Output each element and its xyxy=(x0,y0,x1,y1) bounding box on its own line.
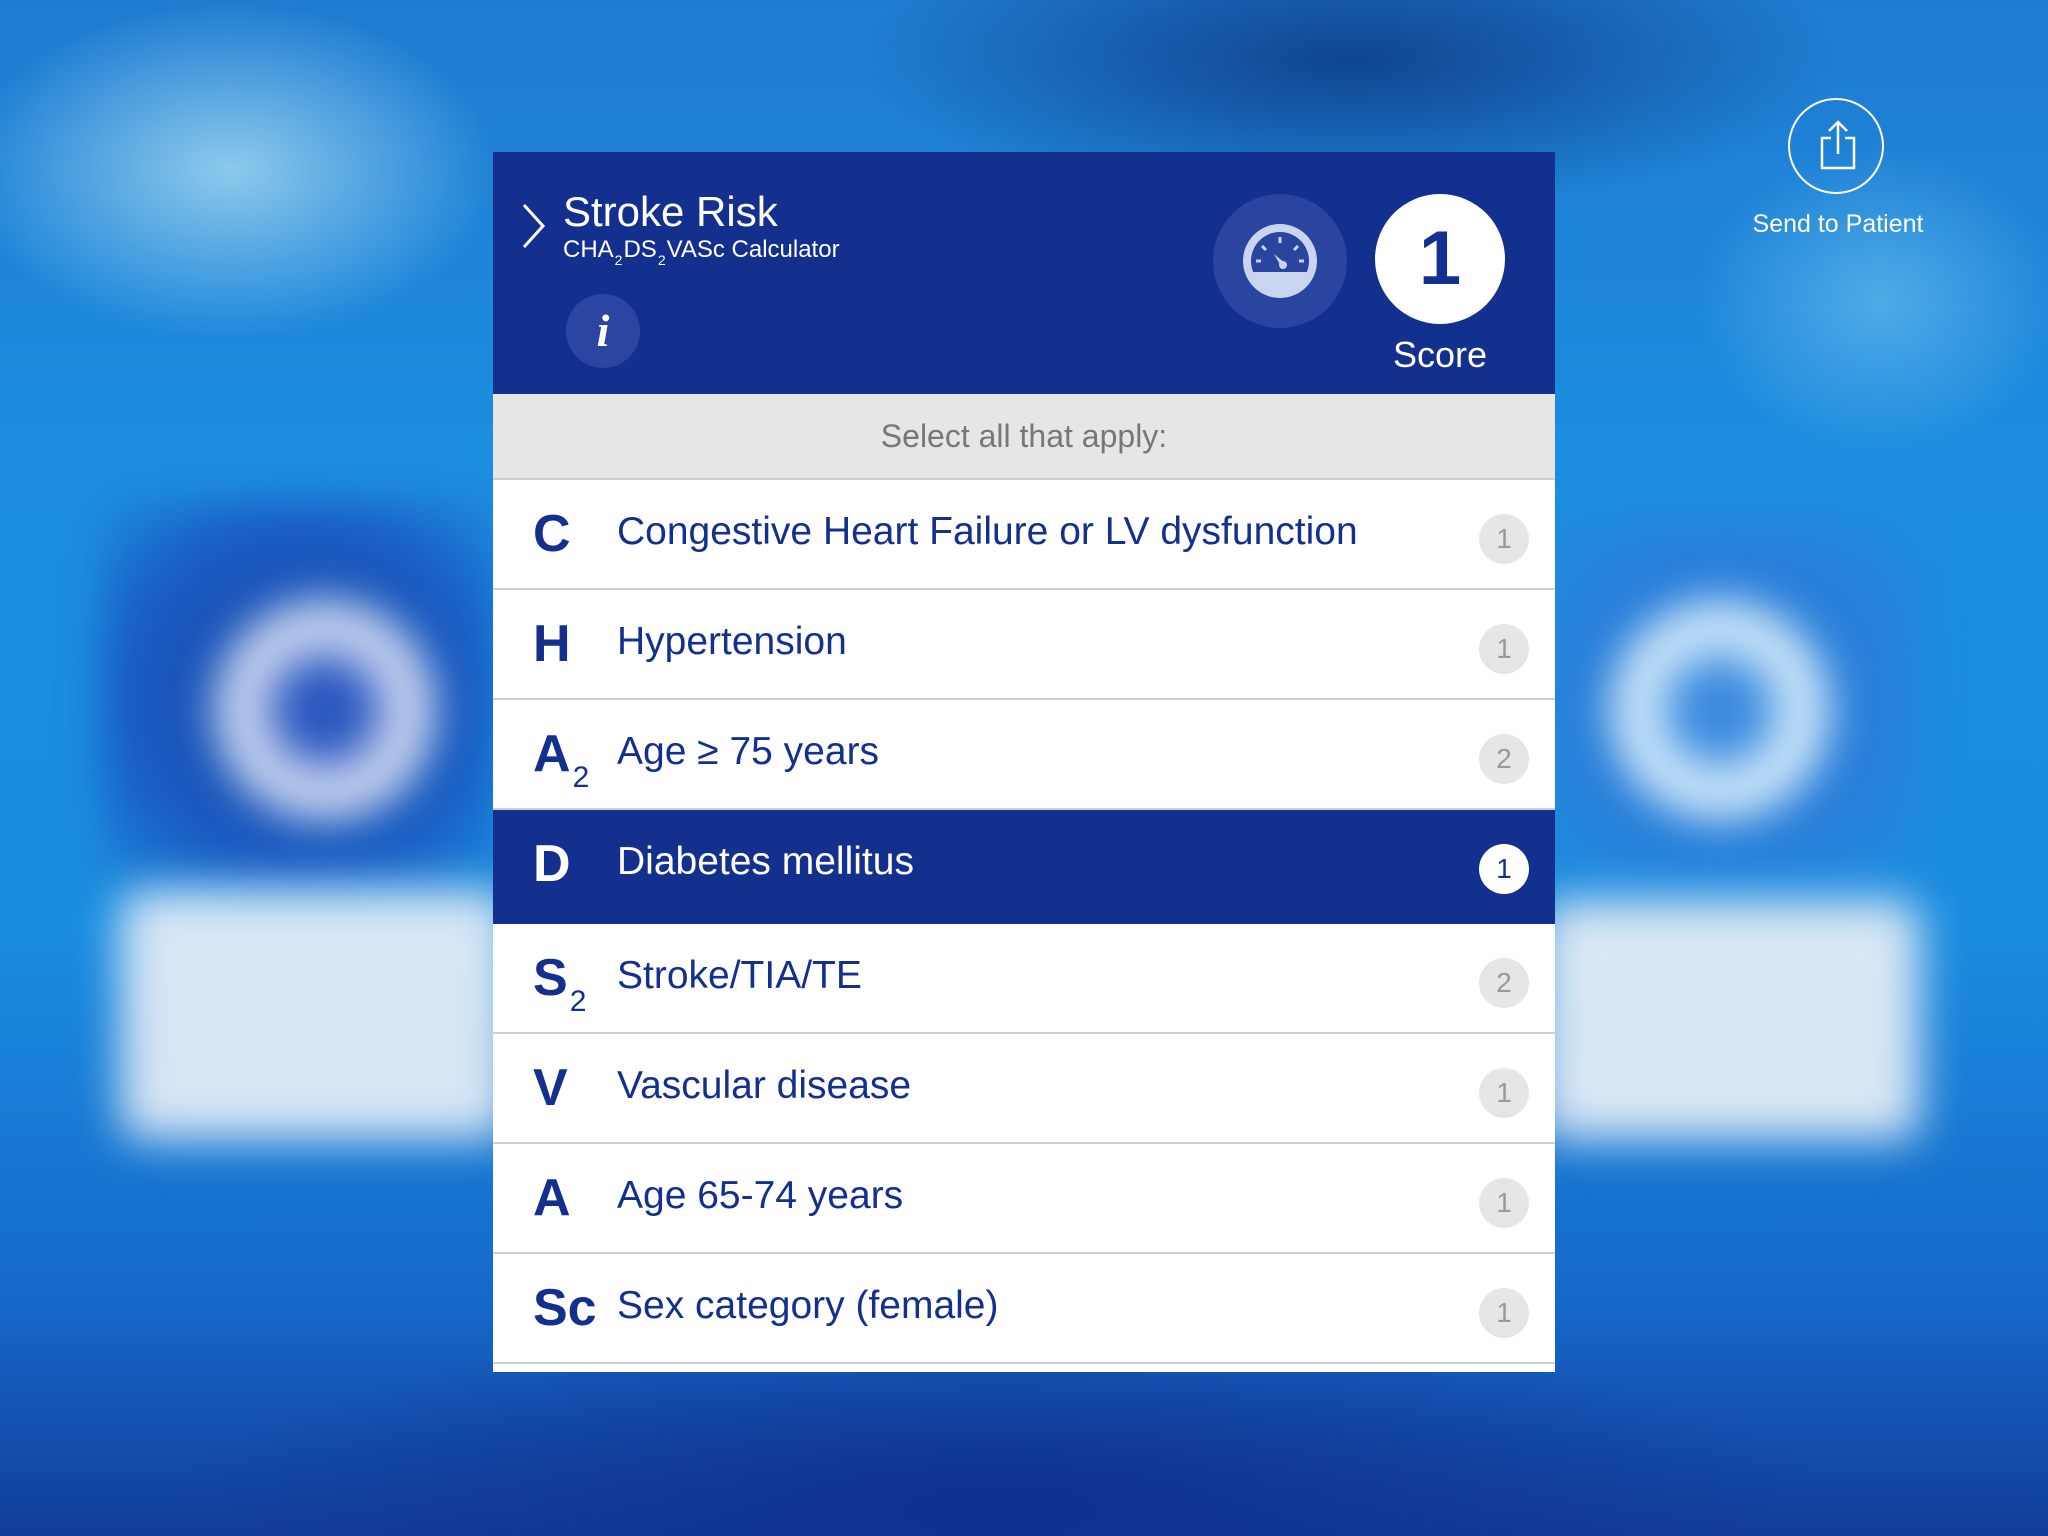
points-badge: 1 xyxy=(1479,514,1529,564)
criteria-row-d[interactable]: D Diabetes mellitus 1 xyxy=(493,810,1555,924)
criteria-letter: A xyxy=(533,1169,571,1227)
criteria-letter: S2 xyxy=(533,949,587,1018)
criteria-row-a[interactable]: A Age 65-74 years 1 xyxy=(493,1144,1555,1254)
criteria-letter: C xyxy=(533,505,571,563)
points-badge: 1 xyxy=(1479,844,1529,894)
background-card-blurred xyxy=(120,890,510,1140)
gauge-button[interactable] xyxy=(1213,194,1347,328)
calculator-panel: Stroke Risk CHA 2 DS 2 VASc Calculator i 1 S… xyxy=(493,152,1555,1372)
criteria-row-s2[interactable]: S2 Stroke/TIA/TE 2 xyxy=(493,924,1555,1034)
criteria-label: Hypertension xyxy=(617,620,847,663)
background-icon-blurred xyxy=(1600,590,1840,830)
criteria-row-a2[interactable]: A2 Age ≥ 75 years 2 xyxy=(493,700,1555,810)
gauge-icon xyxy=(1243,224,1317,298)
points-badge: 1 xyxy=(1479,1178,1529,1228)
points-badge: 2 xyxy=(1479,958,1529,1008)
send-to-patient-label[interactable]: Send to Patient xyxy=(1738,210,1938,239)
criteria-row-h[interactable]: H Hypertension 1 xyxy=(493,590,1555,700)
criteria-letter: V xyxy=(533,1059,568,1117)
criteria-letter: D xyxy=(533,835,571,893)
share-icon xyxy=(1820,120,1856,170)
points-badge: 2 xyxy=(1479,734,1529,784)
points-badge: 1 xyxy=(1479,624,1529,674)
send-to-patient-button[interactable] xyxy=(1788,98,1884,194)
criteria-label: Sex category (female) xyxy=(617,1284,999,1327)
criteria-row-sc[interactable]: Sc Sex category (female) 1 xyxy=(493,1254,1555,1364)
points-badge: 1 xyxy=(1479,1068,1529,1118)
criteria-label: Stroke/TIA/TE xyxy=(617,954,862,997)
background-card-blurred xyxy=(1540,900,1920,1140)
criteria-label: Diabetes mellitus xyxy=(617,840,914,883)
criteria-label: Vascular disease xyxy=(617,1064,912,1107)
instructions-bar: Select all that apply: xyxy=(493,394,1555,480)
criteria-label: Age 65-74 years xyxy=(617,1174,904,1217)
criteria-list: C Congestive Heart Failure or LV dysfunc… xyxy=(493,480,1555,1364)
criteria-row-v[interactable]: V Vascular disease 1 xyxy=(493,1034,1555,1144)
chevron-right-icon[interactable] xyxy=(521,202,547,250)
background-icon-blurred xyxy=(205,590,445,830)
score-label: Score xyxy=(1392,334,1488,375)
criteria-letter: H xyxy=(533,615,571,673)
info-button[interactable]: i xyxy=(566,294,640,368)
score-value: 1 xyxy=(1375,194,1505,324)
criteria-label: Congestive Heart Failure or LV dysfuncti… xyxy=(617,510,1358,553)
criteria-letter: A2 xyxy=(533,725,590,794)
criteria-letter: Sc xyxy=(533,1279,597,1337)
page-subtitle: CHA 2 DS 2 VASc Calculator xyxy=(563,236,840,268)
points-badge: 1 xyxy=(1479,1288,1529,1338)
criteria-row-c[interactable]: C Congestive Heart Failure or LV dysfunc… xyxy=(493,480,1555,590)
page-title: Stroke Risk xyxy=(563,188,778,235)
calculator-header: Stroke Risk CHA 2 DS 2 VASc Calculator i 1 S… xyxy=(493,152,1555,394)
criteria-label: Age ≥ 75 years xyxy=(617,730,880,773)
